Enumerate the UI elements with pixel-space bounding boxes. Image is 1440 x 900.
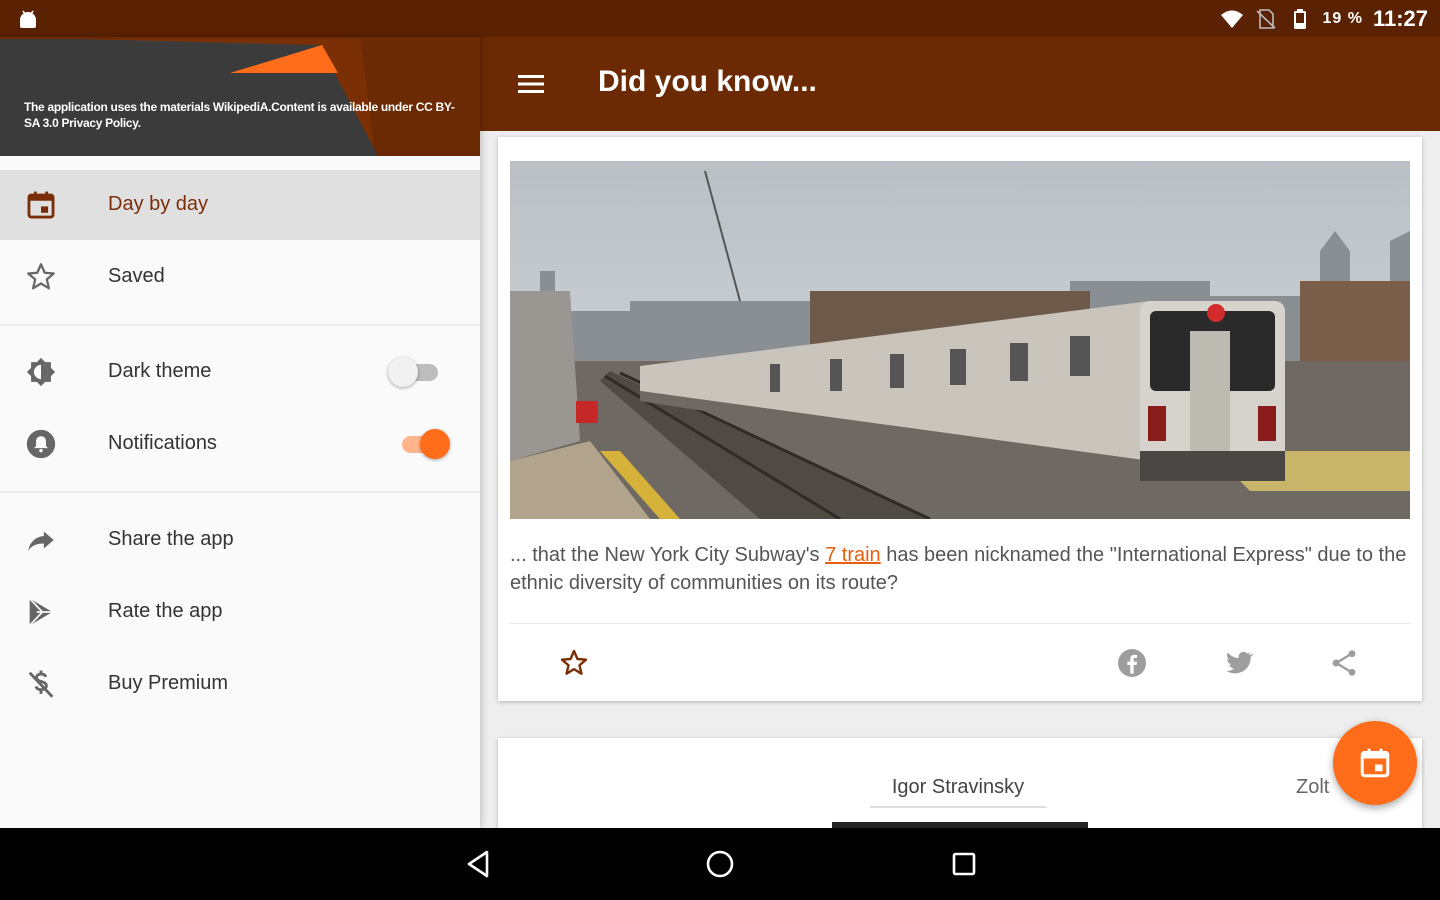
drawer-divider [0, 324, 480, 326]
notifications-toggle[interactable] [398, 429, 454, 459]
no-money-icon [28, 670, 54, 698]
drawer-divider [0, 491, 480, 493]
card-actions [498, 637, 1422, 693]
nav-label-rate-the-app: Rate the app [108, 600, 223, 622]
nav-label-notifications: Notifications [108, 432, 217, 454]
app-bar: Did you know... [480, 37, 1440, 131]
fact-card: ... that the New York City Subway's 7 tr… [498, 137, 1422, 701]
events-card: Igor Stravinsky Zolt [498, 738, 1422, 828]
status-bar: 19 % 11:27 [0, 0, 1440, 37]
bell-icon [26, 429, 56, 459]
star-outline-icon[interactable] [558, 647, 590, 679]
fact-image [510, 161, 1410, 519]
nav-item-rate-the-app[interactable]: Rate the app [0, 577, 480, 647]
menu-icon[interactable] [514, 67, 548, 101]
fact-link[interactable]: 7 train [825, 544, 881, 566]
nav-label-buy-premium: Buy Premium [108, 672, 229, 694]
nav-label-share-the-app: Share the app [108, 528, 234, 550]
back-icon[interactable] [460, 846, 496, 882]
play-store-icon [29, 597, 53, 627]
nav-label-dark-theme: Dark theme [108, 360, 212, 382]
brightness-icon [26, 357, 56, 387]
fact-text: ... that the New York City Subway's 7 tr… [510, 541, 1410, 597]
no-sim-icon [1256, 9, 1277, 29]
battery-icon [1294, 9, 1307, 29]
toggle-thumb [388, 357, 418, 387]
tab-zolt[interactable]: Zolt [1296, 776, 1329, 799]
clock: 11:27 [1372, 6, 1428, 31]
drawer-header-art [0, 37, 480, 156]
nav-item-share-the-app[interactable]: Share the app [0, 505, 480, 575]
twitter-icon[interactable] [1222, 647, 1254, 679]
nav-label-day-by-day: Day by day [108, 193, 209, 215]
calendar-icon [27, 191, 55, 219]
page-title: Did you know... [598, 65, 817, 98]
share-icon[interactable] [1328, 647, 1360, 679]
facebook-icon[interactable] [1116, 647, 1148, 679]
nav-item-notifications[interactable]: Notifications [0, 409, 480, 479]
battery-percent: 19 % [1322, 10, 1363, 27]
calendar-icon [1360, 748, 1390, 778]
license-text: The application uses the materials Wikip… [24, 100, 455, 130]
home-icon[interactable] [702, 846, 738, 882]
navigation-drawer: The application uses the materials Wikip… [0, 37, 480, 828]
fact-text-start: ... that the New York City Subway's [510, 544, 826, 566]
nav-label-saved: Saved [108, 265, 165, 287]
system-nav-bar [0, 828, 1440, 900]
content-area: ... that the New York City Subway's 7 tr… [480, 131, 1440, 828]
tab-indicator [870, 806, 1046, 808]
wifi-icon [1221, 10, 1244, 28]
dark-theme-toggle[interactable] [388, 357, 444, 387]
card-divider [510, 623, 1410, 624]
nav-item-day-by-day[interactable]: Day by day [0, 170, 480, 240]
tab-igor-stravinsky[interactable]: Igor Stravinsky [870, 776, 1046, 799]
calendar-fab-button[interactable] [1333, 721, 1417, 805]
nav-item-buy-premium[interactable]: Buy Premium [0, 649, 480, 719]
star-outline-icon [27, 263, 55, 290]
toggle-thumb [420, 429, 450, 459]
nav-item-saved[interactable]: Saved [0, 242, 480, 312]
drawer-header: The application uses the materials Wikip… [0, 37, 480, 156]
recents-icon[interactable] [946, 846, 982, 882]
android-icon [20, 10, 36, 28]
share-arrow-icon [28, 531, 54, 551]
nav-item-dark-theme[interactable]: Dark theme [0, 337, 480, 407]
